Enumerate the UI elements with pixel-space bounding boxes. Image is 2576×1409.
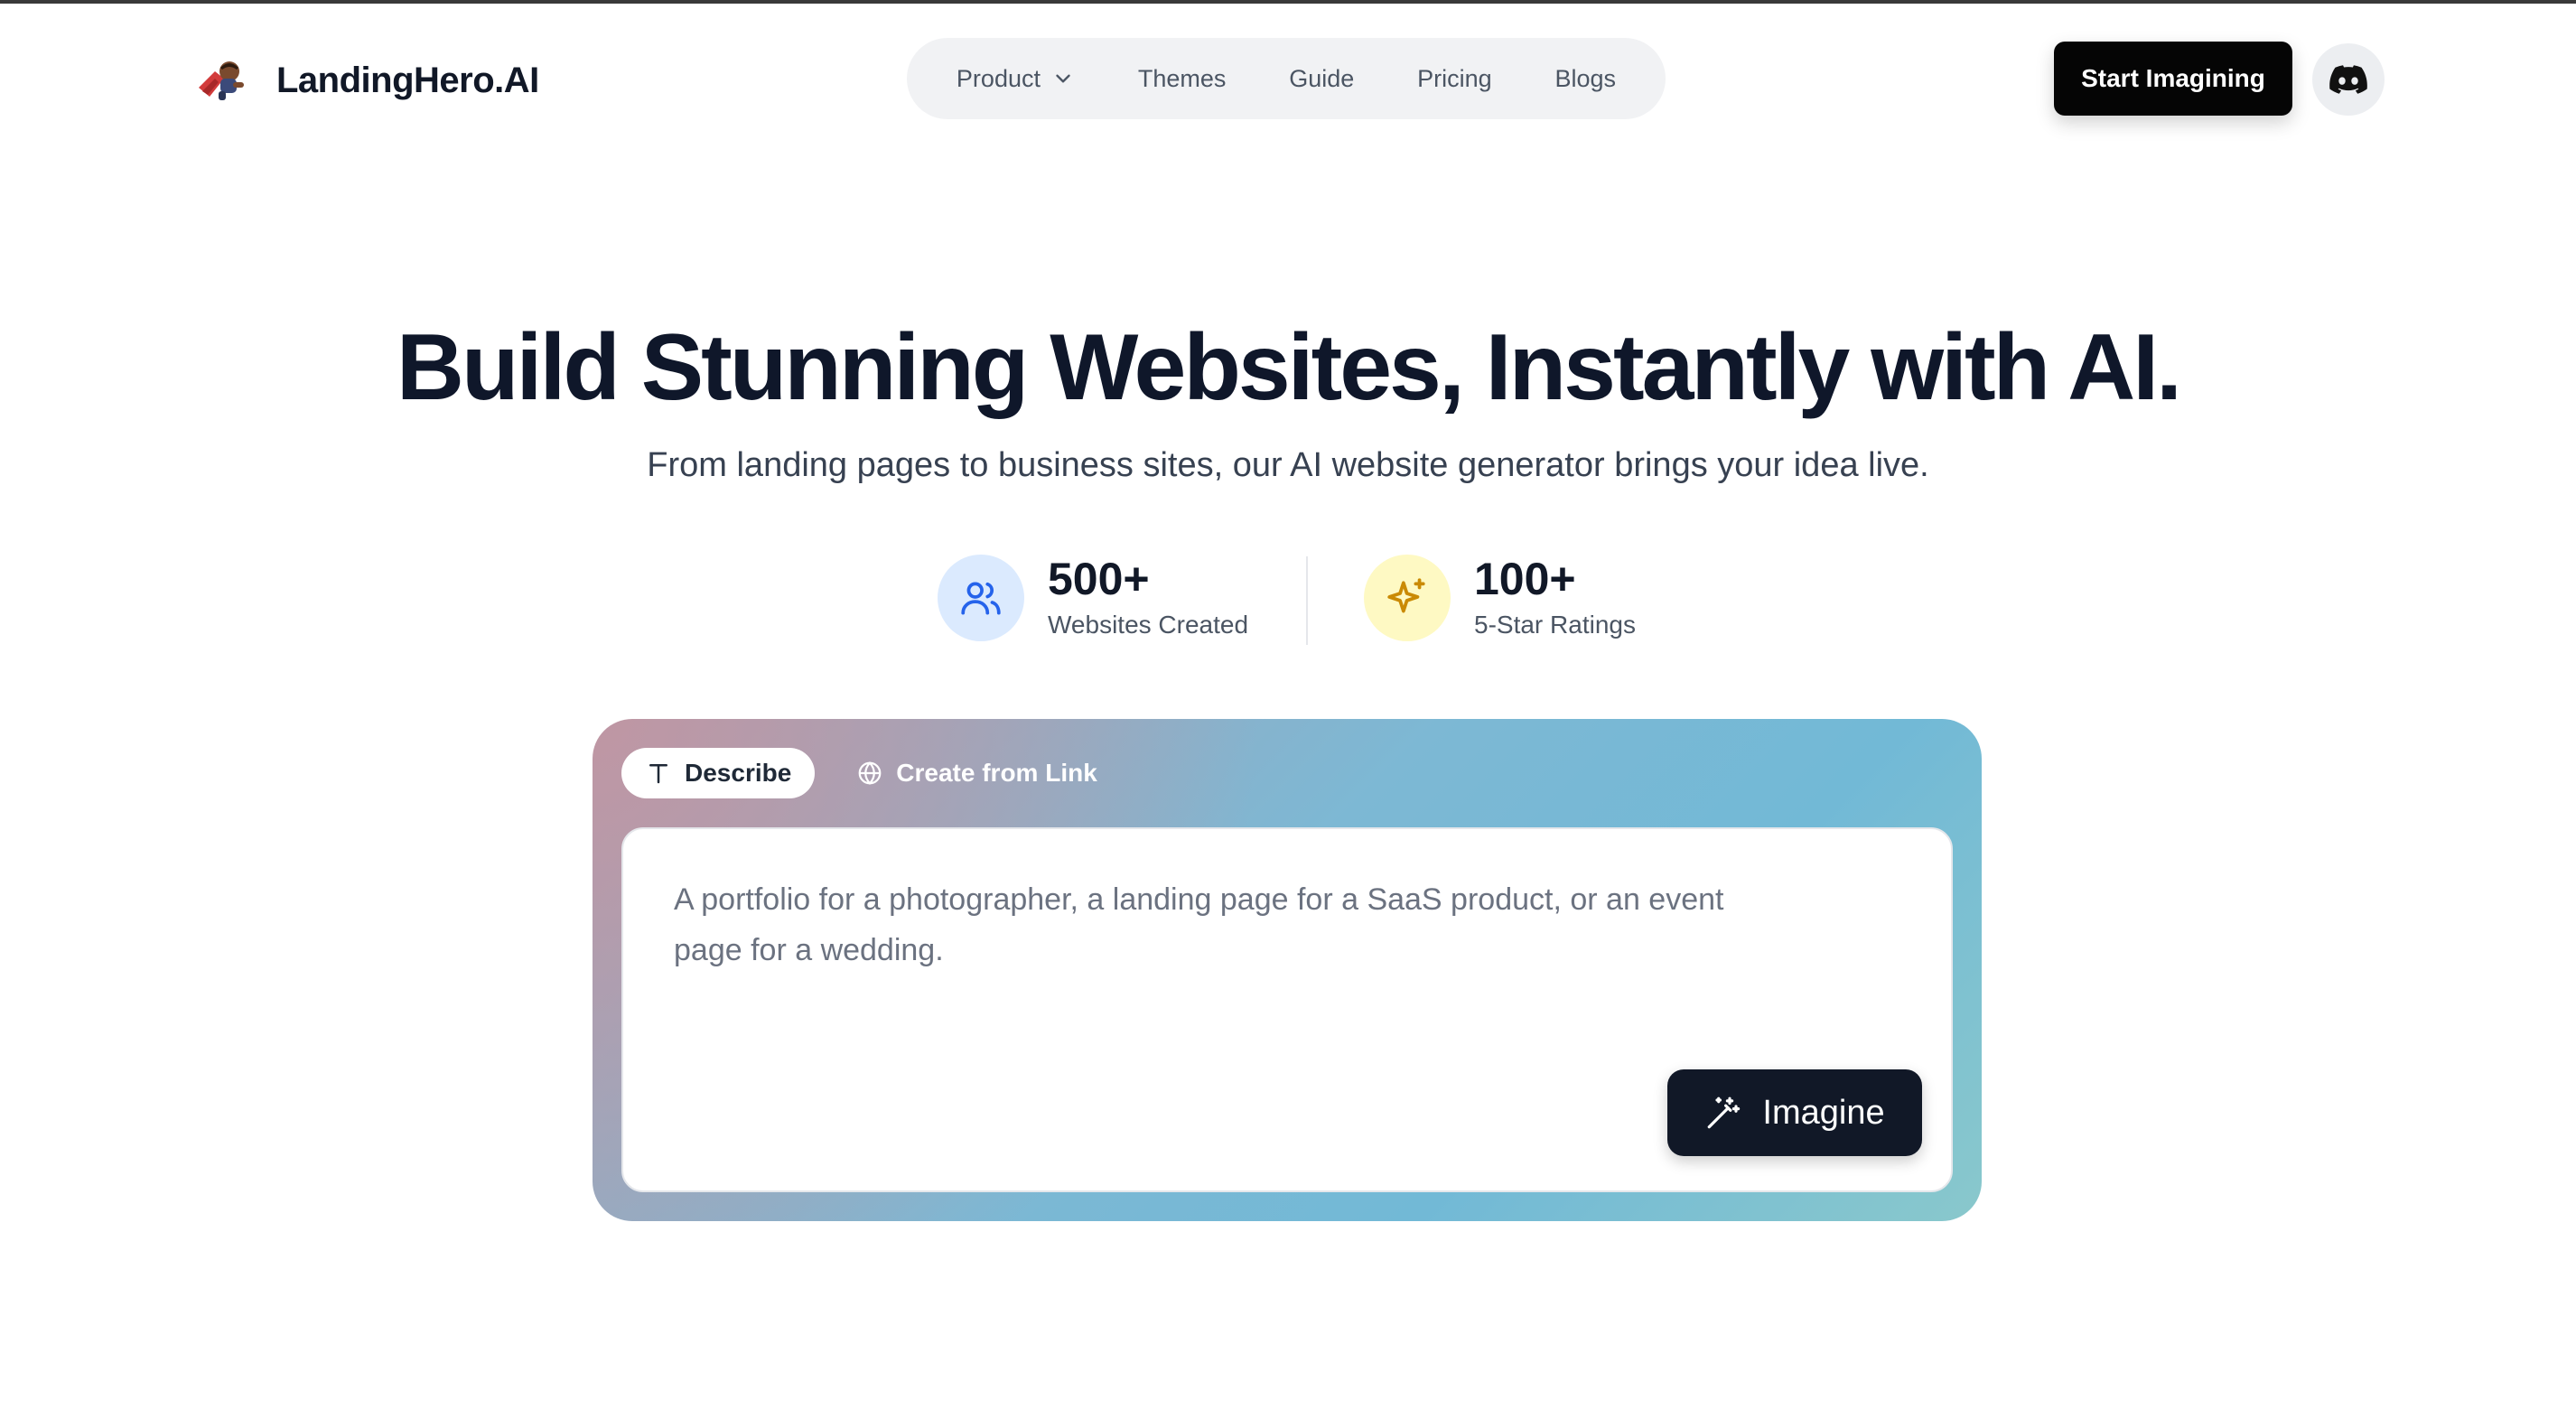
tab-describe[interactable]: Describe: [621, 748, 816, 798]
imagine-label: Imagine: [1762, 1093, 1885, 1132]
stat-number: 500+: [1048, 554, 1150, 604]
nav-item-label: Pricing: [1417, 64, 1492, 92]
brand[interactable]: LandingHero.AI: [193, 49, 539, 112]
stat-label: 5-Star Ratings: [1474, 611, 1636, 639]
nav-item-label: Blogs: [1554, 64, 1617, 92]
nav-item-label: Themes: [1137, 64, 1227, 92]
tab-create-from-link[interactable]: Create from Link: [833, 748, 1121, 798]
tab-label: Create from Link: [896, 759, 1097, 787]
users-icon: [961, 582, 1001, 615]
main-nav: Product Themes Guide Pricing Blogs: [907, 38, 1666, 119]
nav-item-guide[interactable]: Guide: [1289, 65, 1354, 93]
stat-five-star-ratings: 100+ 5-Star Ratings: [1364, 555, 1636, 641]
discord-icon: [2329, 65, 2367, 94]
stats-divider: [1306, 556, 1308, 645]
nav-item-blogs[interactable]: Blogs: [1555, 65, 1617, 93]
nav-item-themes[interactable]: Themes: [1138, 65, 1227, 93]
prompt-mode-tabs: Describe Create from Link: [621, 748, 1121, 798]
stat-icon-circle: [938, 555, 1024, 641]
landing-page: LandingHero.AI Product Themes Guide Pric…: [0, 0, 2576, 1409]
hero-subtitle: From landing pages to business sites, ou…: [647, 446, 1929, 484]
nav-item-label: Product: [956, 64, 1041, 92]
globe-icon: [858, 761, 882, 785]
nav-item-pricing[interactable]: Pricing: [1417, 65, 1492, 93]
prompt-input[interactable]: [674, 874, 1767, 1055]
prompt-card: Describe Create from Link A portfolio fo…: [593, 719, 1982, 1221]
magic-wand-icon: [1708, 1096, 1741, 1129]
discord-button[interactable]: [2312, 43, 2385, 116]
stat-text: 500+ Websites Created: [1048, 556, 1248, 639]
chevron-down-icon: [1056, 74, 1070, 83]
text-icon: [649, 764, 667, 784]
stat-icon-circle: [1364, 555, 1451, 641]
stat-websites-created: 500+ Websites Created: [938, 555, 1248, 641]
sparkle-icon: [1387, 578, 1425, 613]
prompt-input-box: Imagine: [621, 827, 1953, 1192]
stat-label: Websites Created: [1048, 611, 1249, 639]
stat-text: 100+ 5-Star Ratings: [1474, 556, 1636, 639]
start-imagining-button[interactable]: Start Imagining: [2054, 42, 2292, 116]
hero-title: Build Stunning Websites, Instantly with …: [396, 315, 2182, 420]
tab-label: Describe: [685, 759, 792, 787]
superhero-mascot-icon: [199, 61, 244, 100]
brand-name: LandingHero.AI: [276, 60, 539, 100]
stat-number: 100+: [1474, 554, 1576, 604]
nav-item-product[interactable]: Product: [957, 65, 1075, 93]
imagine-button[interactable]: Imagine: [1667, 1069, 1922, 1156]
nav-item-label: Guide: [1289, 64, 1355, 92]
